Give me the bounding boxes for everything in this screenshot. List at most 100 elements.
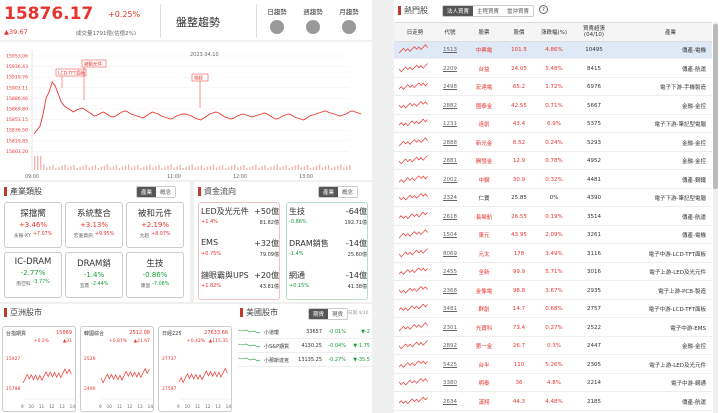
stock-name[interactable]: 仁寶 <box>464 194 504 202</box>
hot-stock-row[interactable]: 3481 群創 14.7 0.68% 2757 電子中游-LCD-TFT面板 <box>394 301 712 319</box>
stock-code[interactable]: 5425 <box>436 362 464 368</box>
stock-code[interactable]: 2209 <box>436 66 464 72</box>
hot-stock-row[interactable]: 2498 宏達電 65.2 1.72% 6976 電子下游-手機製造 <box>394 79 712 97</box>
industry-card[interactable]: 探擋嚮 +3.46% 永振-KY +7.07% <box>4 202 62 248</box>
stock-name[interactable]: 台半 <box>464 361 504 369</box>
stock-code[interactable]: 2324 <box>436 195 464 201</box>
us-tab-futures[interactable]: 期貨 <box>309 309 329 319</box>
industry-card[interactable]: IC-DRAM -2.77% 南亞科 -3.77% <box>4 252 62 298</box>
industry-card[interactable]: DRAM銷 -1.4% 宜鼎 -2.44% <box>65 252 123 298</box>
flow-item[interactable]: LED及光元件 +50億 +1.4% 81.82億 <box>201 206 279 234</box>
stock-name[interactable]: 國泰金 <box>464 102 504 110</box>
stock-volume: 3514 <box>587 213 601 220</box>
hot-stock-row[interactable]: 2618 長榮航 26.55 0.19% 3514 傳產-航運 <box>394 209 712 226</box>
flow-item[interactable]: 生技 -64億 -0.86% 192.71億 <box>289 206 367 234</box>
stock-name[interactable]: 中興電 <box>464 46 504 54</box>
hot-stock-row[interactable]: 8069 元太 178 3.49% 3116 電子中游-LCD-TFT面板 <box>394 246 712 263</box>
hot-stock-row[interactable]: 2324 仁寶 25.85 0% 4390 電子下游-筆記型電腦 <box>394 190 712 208</box>
asia-market-card[interactable]: 日經225 27633.66 +0.42% ▲115.35 27737 27597 9 10 1… <box>158 326 232 412</box>
flow-item[interactable]: 鏈眼霸與UPS +20億 +1.82% 43.81億 <box>201 270 279 298</box>
hot-stock-row[interactable]: 2455 全新 99.9 5.71% 3016 電子上游-LED及光元件 <box>394 264 712 282</box>
us-market-row[interactable]: 小S&P期貨 4130.25 -0.04% ▼-1.75 <box>237 340 372 353</box>
industry-card[interactable]: 系統整合 +3.13% 宏碁資訊 +9.95% <box>65 202 123 248</box>
stock-name[interactable]: 宏達電 <box>464 83 504 91</box>
hot-tab-daytrade[interactable]: 當沖買賣 <box>503 6 534 16</box>
hot-stock-row[interactable]: 2634 漢翔 44.3 4.48% 2185 傳產-航運 <box>394 394 712 411</box>
hot-stock-row[interactable]: 5425 台半 110 5.26% 2305 電子上游-LED及光元件 <box>394 357 712 374</box>
asia-market-card[interactable]: 韓國綜合 2512.08 +0.87% ▲21.67 2520 2490 9 10 11 12 13… <box>80 326 154 412</box>
stock-name[interactable]: 金像電 <box>464 287 504 295</box>
section-bar-icon <box>198 187 201 196</box>
industry-tab-concept[interactable]: 概念 <box>156 187 176 197</box>
flow-item[interactable]: DRAM銷售 -14億 -1.4% 25.60億 <box>289 238 367 266</box>
hot-stock-row[interactable]: 2002 中鋼 30.9 0.32% 4481 傳產-鋼鐵 <box>394 172 712 189</box>
hot-tab-main[interactable]: 主程買賣 <box>473 6 504 16</box>
stock-name[interactable]: 光寶科 <box>464 324 504 332</box>
stock-code[interactable]: 2498 <box>436 84 464 90</box>
stock-name[interactable]: 漢翔 <box>464 398 504 406</box>
hot-stock-row[interactable]: 3380 明泰 36 4.8% 2214 電子中游-網通 <box>394 375 712 393</box>
hot-stock-row[interactable]: 2888 新光金 8.52 0.24% 5293 金融-金控 <box>394 135 712 152</box>
trend-tab-month[interactable]: 月趨勢 <box>334 6 364 34</box>
stock-name[interactable]: 元太 <box>464 250 504 258</box>
industry-card[interactable]: 生技 -0.86% 康呈 -7.08% <box>126 252 184 298</box>
scrollbar-thumb[interactable] <box>713 24 718 189</box>
stock-name[interactable]: 新光金 <box>464 139 504 147</box>
hot-stock-row[interactable]: 2301 光寶科 73.4 0.27% 2522 電子中游-EMS <box>394 320 712 337</box>
stock-code[interactable]: 2368 <box>436 288 464 294</box>
stock-name[interactable]: 明泰 <box>464 379 504 387</box>
hot-stock-row[interactable]: 1231 遠創 43.4 6.9% 5375 電子下游-筆記型電腦 <box>394 116 712 134</box>
us-market-row[interactable]: 小道瓊 33657 -0.01% ▼-2 <box>237 326 372 339</box>
hot-stock-row[interactable]: 2882 國泰金 42.55 0.71% 5667 金融-金控 <box>394 98 712 115</box>
hot-stock-row[interactable]: 2881 開發金 12.9 0.78% 4952 金融-金控 <box>394 153 712 171</box>
stock-name[interactable]: 台益 <box>464 65 504 73</box>
stock-code[interactable]: 8069 <box>436 251 464 257</box>
stock-code[interactable]: 2892 <box>436 343 464 349</box>
stock-code[interactable]: 2455 <box>436 269 464 275</box>
stock-name[interactable]: 第一金 <box>464 342 504 350</box>
hot-stock-row[interactable]: 2368 金像電 98.8 3.67% 2935 電子上游-PCB-製造 <box>394 283 712 300</box>
hot-tab-institutional[interactable]: 法人買賣 <box>443 6 474 16</box>
stock-code[interactable]: 1231 <box>436 121 464 127</box>
scrollbar[interactable] <box>713 22 718 413</box>
stock-code[interactable]: 2618 <box>436 214 464 220</box>
stock-code[interactable]: 1513 <box>436 47 464 53</box>
industry-title: 產業類股 <box>10 187 42 196</box>
flow-item[interactable]: EMS +32億 +0.75% 79.09億 <box>201 238 279 266</box>
asia-x-tick: 12 <box>127 404 133 409</box>
flow-tab-industry[interactable]: 產業 <box>319 187 339 197</box>
stock-code[interactable]: 2301 <box>436 325 464 331</box>
stock-name[interactable]: 東元 <box>464 231 504 239</box>
stock-name[interactable]: 群創 <box>464 305 504 313</box>
hot-stock-row[interactable]: 2209 台益 24.05 5.48% 8415 傳產-航運 <box>394 61 712 78</box>
hot-stock-row[interactable]: 1504 東元 43.95 2.09% 3261 傳產-電機 <box>394 227 712 245</box>
trend-tab-day[interactable]: 日趨勢 <box>262 6 292 34</box>
us-tab-spot[interactable]: 現貨 <box>328 309 348 319</box>
flow-item[interactable]: 網通 -14億 +0.15% 41.38億 <box>289 270 367 298</box>
trend-tab-week[interactable]: 週趨勢 <box>298 6 328 34</box>
stock-code[interactable]: 1504 <box>436 232 464 238</box>
stock-name[interactable]: 全新 <box>464 268 504 276</box>
stock-name[interactable]: 中鋼 <box>464 176 504 184</box>
asia-x-tick: 14 <box>147 404 153 409</box>
flow-tab-concept[interactable]: 概念 <box>338 187 358 197</box>
hot-stock-row[interactable]: 1513 中興電 101.5 4.86% 10495 傳產-電機 <box>394 42 712 60</box>
stock-code[interactable]: 3481 <box>436 306 464 312</box>
header-vol: 買賣超張 (04/10) <box>574 26 614 39</box>
stock-code[interactable]: 2002 <box>436 177 464 183</box>
stock-name[interactable]: 長榮航 <box>464 213 504 221</box>
stock-code[interactable]: 2882 <box>436 103 464 109</box>
help-icon[interactable]: ? <box>539 5 548 14</box>
stock-code[interactable]: 3380 <box>436 380 464 386</box>
asia-market-card[interactable]: 台指期貨 15869 +0.2% ▲31 15927 15798 9 10 11 12 13 14 <box>2 326 76 412</box>
stock-code[interactable]: 2634 <box>436 399 464 405</box>
hot-stock-row[interactable]: 2892 第一金 26.7 0.3% 2447 金融-金控 <box>394 338 712 356</box>
us-market-row[interactable]: 小那斯達克 13135.25 -0.27% ▼-35.5 <box>237 354 372 367</box>
stock-name[interactable]: 遠創 <box>464 120 504 128</box>
stock-name[interactable]: 開發金 <box>464 157 504 165</box>
industry-card[interactable]: 被和元件 +2.19% 允超 +8.07% <box>126 202 184 248</box>
stock-code[interactable]: 2881 <box>436 158 464 164</box>
stock-code[interactable]: 2888 <box>436 140 464 146</box>
x-tick-label: 13:00 <box>299 174 313 180</box>
industry-tab-industry[interactable]: 產業 <box>137 187 157 197</box>
